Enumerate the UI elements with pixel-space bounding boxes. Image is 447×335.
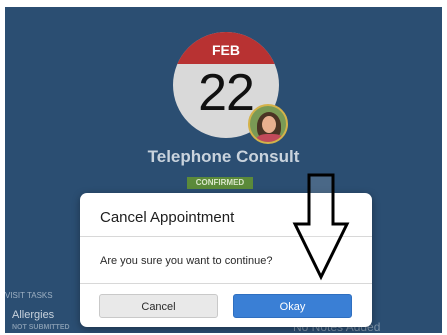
appointment-title: Telephone Consult xyxy=(147,147,300,166)
task-status: NOT SUBMITTED xyxy=(12,324,70,331)
status-badge: CONFIRMED xyxy=(187,177,253,189)
dialog-title: Cancel Appointment xyxy=(100,209,235,226)
divider xyxy=(80,283,372,284)
calendar-month: FEB xyxy=(173,32,279,64)
dialog-message: Are you sure you want to continue? xyxy=(100,255,273,267)
visit-tasks-label: VISIT TASKS xyxy=(5,291,53,300)
avatar xyxy=(248,104,288,144)
cancel-button[interactable]: Cancel xyxy=(99,294,218,318)
down-arrow-icon xyxy=(292,173,350,281)
appointment-screen: FEB 22 Telephone Consult CONFIRMED VISIT… xyxy=(5,7,442,333)
okay-button[interactable]: Okay xyxy=(233,294,352,318)
task-allergies[interactable]: Allergies xyxy=(12,309,54,321)
